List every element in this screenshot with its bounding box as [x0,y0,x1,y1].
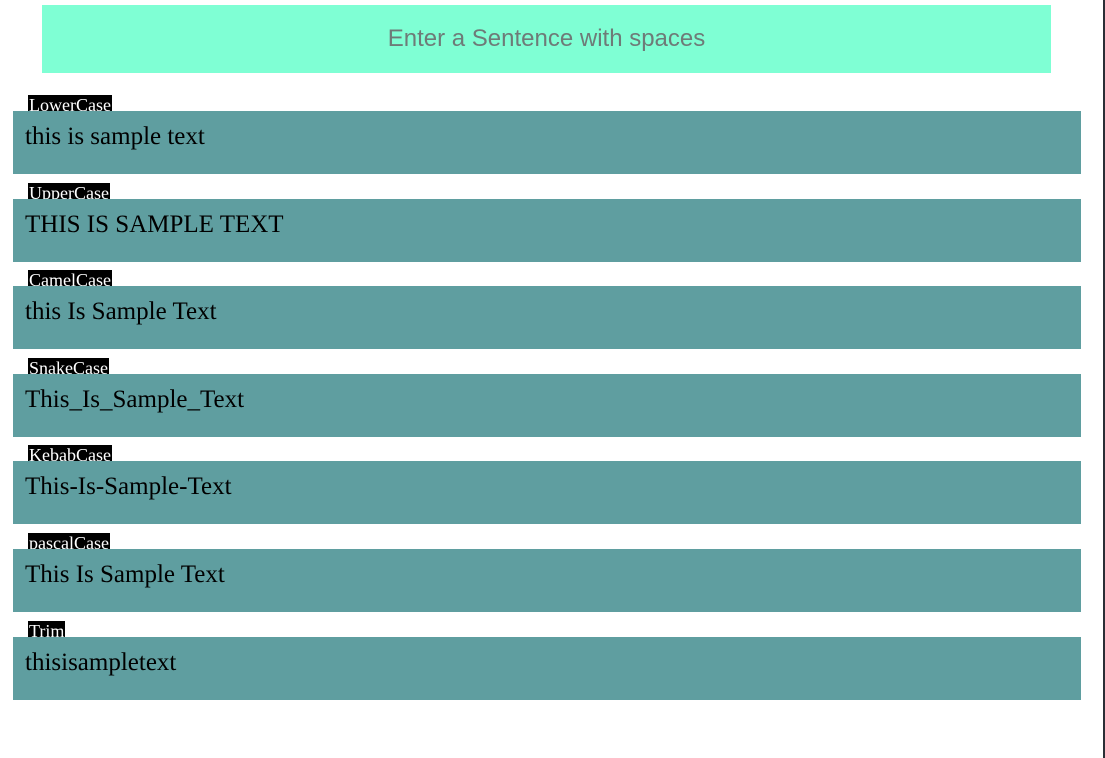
result-output: this is sample text [13,111,1081,174]
result-output: this Is Sample Text [13,286,1081,350]
sentence-input[interactable] [42,5,1051,73]
result-trim: Trim thisisampletext [13,620,1081,709]
result-camelcase: CamelCase this Is Sample Text [13,270,1081,358]
result-output: THIS IS SAMPLE TEXT [13,198,1081,262]
result-output: This Is Sample Text [13,548,1081,612]
result-output: This_Is_Sample_Text [13,373,1081,437]
result-kebabcase: KebabCase This-Is-Sample-Text [13,445,1081,533]
result-uppercase: UpperCase THIS IS SAMPLE TEXT [13,182,1081,271]
result-snakecase: SnakeCase This_Is_Sample_Text [13,357,1081,446]
results-list: LowerCase this is sample text UpperCase … [13,95,1081,708]
result-output: thisisampletext [13,636,1081,700]
result-pascalcase: pascalCase This Is Sample Text [13,532,1081,621]
result-lowercase: LowerCase this is sample text [13,95,1081,183]
result-output: This-Is-Sample-Text [13,461,1081,525]
